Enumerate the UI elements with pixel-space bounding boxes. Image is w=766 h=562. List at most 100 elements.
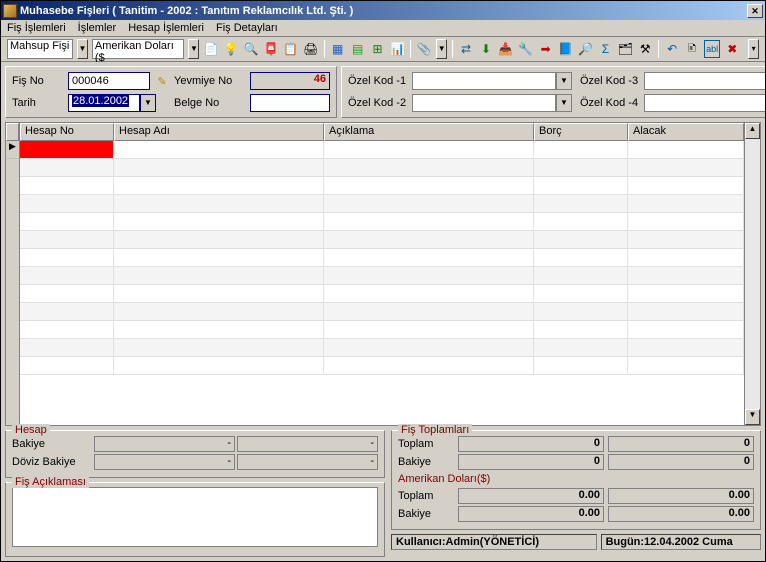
copy-icon[interactable]: 📋 bbox=[283, 40, 299, 58]
grid-icon[interactable]: ▦ bbox=[330, 40, 346, 58]
menu-hesap-islemleri[interactable]: Hesap İşlemleri bbox=[128, 22, 204, 34]
ctoplam-v1: 0.00 bbox=[458, 488, 604, 504]
ozelkod3-input[interactable] bbox=[644, 72, 765, 90]
ozelkod4-label: Özel Kod -4 bbox=[580, 97, 642, 109]
aciklama-textarea[interactable] bbox=[12, 487, 378, 547]
currency-dropdown-icon[interactable]: ▼ bbox=[188, 39, 199, 59]
col-aciklama[interactable]: Açıklama bbox=[324, 123, 534, 141]
currency-select[interactable]: Amerikan Doları ($ bbox=[92, 39, 185, 59]
totals-panel: Fiş Toplamları Toplam00 Bakiye00 Amerika… bbox=[391, 430, 761, 530]
statusbar: Kullanıcı:Admin(YÖNETİCİ) Bugün:12.04.20… bbox=[391, 534, 761, 550]
scroll-down-icon[interactable]: ▼ bbox=[745, 409, 760, 425]
grid-row bbox=[20, 231, 744, 249]
doviz-v2: - bbox=[237, 454, 378, 470]
grid-header: Hesap No Hesap Adı Açıklama Borç Alacak bbox=[20, 123, 744, 141]
ozelkod2-input[interactable] bbox=[412, 94, 556, 112]
ozelkod2-label: Özel Kod -2 bbox=[348, 97, 410, 109]
arrow-right-icon[interactable]: ➡ bbox=[538, 40, 554, 58]
data-grid[interactable]: ▶ Hesap No Hesap Adı Açıklama Borç Alaca… bbox=[5, 122, 761, 426]
col-hesapno[interactable]: Hesap No bbox=[20, 123, 114, 141]
paste-icon[interactable]: 📥 bbox=[498, 40, 514, 58]
menubar: Fiş İşlemleri İşlemler Hesap İşlemleri F… bbox=[1, 20, 765, 37]
link-icon[interactable]: ⇄ bbox=[458, 40, 474, 58]
col-borc[interactable]: Borç bbox=[534, 123, 628, 141]
field-icon[interactable]: abl bbox=[704, 40, 720, 58]
sum-icon[interactable]: Σ bbox=[597, 40, 613, 58]
menu-islemler[interactable]: İşlemler bbox=[78, 22, 117, 34]
ozelkod4-input[interactable] bbox=[644, 94, 765, 112]
current-row-indicator: ▶ bbox=[6, 141, 19, 159]
bakiye2-v1: 0 bbox=[458, 454, 604, 470]
download-icon[interactable]: ⬇ bbox=[478, 40, 494, 58]
currency-header: Amerikan Doları($) bbox=[398, 473, 754, 485]
clipboard-dropdown-icon[interactable]: ▼ bbox=[436, 39, 447, 59]
bakiye-v1: - bbox=[94, 436, 235, 452]
bakiye-label: Bakiye bbox=[12, 438, 92, 450]
close-button[interactable]: ✕ bbox=[747, 4, 763, 18]
edit-fisno-icon[interactable]: ✎ bbox=[154, 75, 170, 88]
toolbar-overflow-icon[interactable]: ▾ bbox=[748, 39, 759, 59]
tarih-dropdown-icon[interactable]: ▼ bbox=[140, 94, 156, 112]
fis-type-dropdown-icon[interactable]: ▼ bbox=[77, 39, 88, 59]
grid-row-markers: ▶ bbox=[6, 123, 20, 425]
grid-row bbox=[20, 339, 744, 357]
print-icon[interactable]: 🖨 bbox=[303, 40, 319, 58]
stamp-icon[interactable]: 📮 bbox=[263, 40, 279, 58]
grid-row bbox=[20, 321, 744, 339]
grid-body[interactable] bbox=[20, 141, 744, 375]
fisno-label: Fiş No bbox=[12, 75, 64, 87]
doviz-bakiye-label: Döviz Bakiye bbox=[12, 456, 92, 468]
calc-icon[interactable]: 🗂 bbox=[617, 40, 633, 58]
note-icon[interactable]: 🗈 bbox=[684, 40, 700, 58]
doviz-v1: - bbox=[94, 454, 235, 470]
menu-fis-detaylari[interactable]: Fiş Detayları bbox=[216, 22, 278, 34]
grid-row bbox=[20, 285, 744, 303]
grid-row bbox=[20, 159, 744, 177]
fis-type-select[interactable]: Mahsup Fişi bbox=[7, 39, 73, 59]
chart-icon[interactable]: 📊 bbox=[389, 40, 405, 58]
tools-icon[interactable]: ⚒ bbox=[637, 40, 653, 58]
bottom-panels: Hesap Bakiye-- Döviz Bakiye-- Fiş Açıkla… bbox=[5, 430, 761, 557]
titlebar: Muhasebe Fişleri ( Tanitim - 2002 : Tanı… bbox=[1, 1, 765, 20]
book-icon[interactable]: 📘 bbox=[558, 40, 574, 58]
grid-row bbox=[20, 141, 744, 159]
ozelkod1-label: Özel Kod -1 bbox=[348, 75, 410, 87]
find-icon[interactable]: 🔎 bbox=[578, 40, 594, 58]
aciklama-legend: Fiş Açıklaması bbox=[12, 476, 89, 488]
table-icon[interactable]: ▤ bbox=[350, 40, 366, 58]
grid-row bbox=[20, 195, 744, 213]
scroll-up-icon[interactable]: ▲ bbox=[745, 123, 760, 139]
grid-scrollbar[interactable]: ▲ ▼ bbox=[744, 123, 760, 425]
toplam-v1: 0 bbox=[458, 436, 604, 452]
ozelkod2-dropdown-icon[interactable]: ▼ bbox=[556, 94, 572, 112]
ctoplam-label: Toplam bbox=[398, 490, 454, 502]
cell-hesapno-active[interactable] bbox=[20, 141, 114, 158]
status-today: Bugün:12.04.2002 Cuma bbox=[601, 534, 761, 550]
hesap-panel: Hesap Bakiye-- Döviz Bakiye-- bbox=[5, 430, 385, 478]
menu-fis-islemleri[interactable]: Fiş İşlemleri bbox=[7, 22, 66, 34]
grid-row bbox=[20, 267, 744, 285]
new-icon[interactable]: 📄 bbox=[203, 40, 219, 58]
bakiye-label2: Bakiye bbox=[398, 456, 454, 468]
fisno-input[interactable] bbox=[68, 72, 150, 90]
toplam-v2: 0 bbox=[608, 436, 754, 452]
col-hesapadi[interactable]: Hesap Adı bbox=[114, 123, 324, 141]
delete-icon[interactable]: ✖ bbox=[724, 40, 740, 58]
ozelkod1-input[interactable] bbox=[412, 72, 556, 90]
yevmiye-label: Yevmiye No bbox=[174, 75, 246, 87]
clipboard-icon[interactable]: 📎 bbox=[416, 40, 432, 58]
toolbar: Mahsup Fişi ▼ Amerikan Doları ($ ▼ 📄 💡 🔍… bbox=[1, 37, 765, 62]
bakiye2-v2: 0 bbox=[608, 454, 754, 470]
col-alacak[interactable]: Alacak bbox=[628, 123, 744, 141]
hesap-legend: Hesap bbox=[12, 424, 50, 436]
excel-icon[interactable]: ⊞ bbox=[370, 40, 386, 58]
undo-icon[interactable]: ↶ bbox=[664, 40, 680, 58]
wrench-icon[interactable]: 🔧 bbox=[518, 40, 534, 58]
ozelkod1-dropdown-icon[interactable]: ▼ bbox=[556, 72, 572, 90]
tarih-input[interactable]: 28.01.2002 ▼ bbox=[68, 94, 156, 112]
status-user: Kullanıcı:Admin(YÖNETİCİ) bbox=[391, 534, 597, 550]
light-icon[interactable]: 💡 bbox=[223, 40, 239, 58]
search-icon[interactable]: 🔍 bbox=[243, 40, 259, 58]
belge-input[interactable] bbox=[250, 94, 330, 112]
grid-row bbox=[20, 177, 744, 195]
